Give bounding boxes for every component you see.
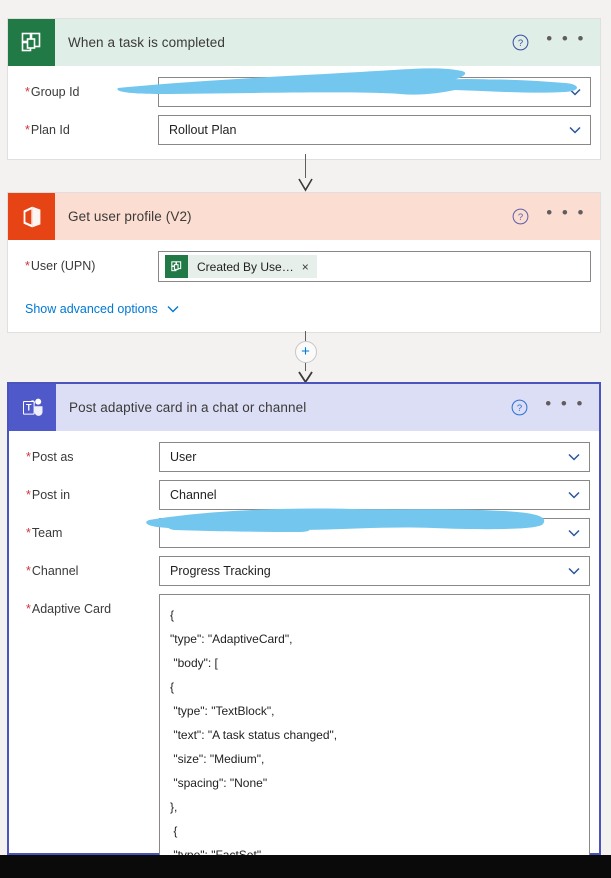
- channel-dropdown[interactable]: Progress Tracking: [159, 556, 590, 586]
- help-icon[interactable]: ?: [511, 399, 528, 416]
- adaptive-card-line: {: [170, 824, 178, 838]
- adaptive-card-line: "body": [: [170, 656, 218, 670]
- arrow-down-icon: [297, 178, 314, 192]
- flow-designer-canvas: When a task is completed ? • • • *Group …: [0, 0, 611, 855]
- field-label: *Group Id: [25, 85, 80, 99]
- more-options-icon[interactable]: • • •: [545, 395, 585, 416]
- chevron-down-icon: [167, 306, 179, 313]
- field-row-group-id: *Group Id: [17, 77, 591, 107]
- help-icon[interactable]: ?: [512, 34, 529, 51]
- field-label: *Team: [26, 526, 63, 540]
- show-advanced-options-label: Show advanced options: [25, 302, 158, 316]
- svg-text:?: ?: [518, 212, 523, 223]
- flow-step-card-trigger-planner[interactable]: When a task is completed ? • • • *Group …: [7, 18, 601, 160]
- user-upn-input[interactable]: Created By Use… ×: [158, 251, 591, 282]
- group-id-dropdown[interactable]: [158, 77, 591, 107]
- adaptive-card-line: "type": "AdaptiveCard",: [170, 632, 293, 646]
- field-row-post-as: *Post as User: [18, 442, 590, 472]
- card-header[interactable]: Get user profile (V2) ? • • •: [8, 193, 600, 240]
- field-label: *Channel: [26, 564, 79, 578]
- adaptive-card-line: "spacing": "None": [170, 776, 268, 790]
- required-asterisk: *: [26, 602, 31, 616]
- field-row-post-in: *Post in Channel: [18, 480, 590, 510]
- plan-id-value: Rollout Plan: [169, 123, 237, 137]
- insert-new-step-button[interactable]: +: [294, 340, 317, 363]
- card-title: Get user profile (V2): [68, 209, 192, 224]
- token-label: Created By Use…: [197, 259, 294, 274]
- card-header[interactable]: When a task is completed ? • • •: [8, 19, 600, 66]
- flow-step-card-get-user-profile[interactable]: Get user profile (V2) ? • • • *User (UPN…: [7, 192, 601, 333]
- field-label: *User (UPN): [25, 259, 96, 273]
- more-options-icon[interactable]: • • •: [546, 204, 586, 225]
- field-row-channel: *Channel Progress Tracking: [18, 556, 590, 586]
- required-asterisk: *: [26, 488, 31, 502]
- field-row-user-upn: *User (UPN) Created By Use… ×: [17, 251, 591, 282]
- required-asterisk: *: [26, 450, 31, 464]
- adaptive-card-line: "size": "Medium",: [170, 752, 265, 766]
- card-title: When a task is completed: [68, 35, 225, 50]
- field-label: *Post as: [26, 450, 74, 464]
- card-body: *Group Id *Plan Id Rollout Plan: [8, 66, 600, 159]
- card-header[interactable]: T Post adaptive card in a chat or channe…: [9, 384, 599, 431]
- field-control: [158, 77, 591, 107]
- field-label: *Plan Id: [25, 123, 70, 137]
- field-control: { "type": "AdaptiveCard", "body": [ { "typ…: [159, 594, 590, 855]
- adaptive-card-line: "type": "TextBlock",: [170, 704, 275, 718]
- adaptive-card-textarea[interactable]: { "type": "AdaptiveCard", "body": [ { "typ…: [159, 594, 590, 855]
- svg-text:T: T: [26, 402, 32, 412]
- teams-icon: T: [9, 384, 56, 431]
- required-asterisk: *: [26, 564, 31, 578]
- required-asterisk: *: [25, 123, 30, 137]
- svg-text:?: ?: [518, 38, 523, 49]
- field-control: User: [159, 442, 590, 472]
- more-options-icon[interactable]: • • •: [546, 30, 586, 51]
- connector-line: [305, 154, 306, 178]
- plan-id-dropdown[interactable]: Rollout Plan: [158, 115, 591, 145]
- adaptive-card-line: "text": "A task status changed",: [170, 728, 338, 742]
- post-as-dropdown[interactable]: User: [159, 442, 590, 472]
- field-row-adaptive-card: *Adaptive Card { "type": "AdaptiveCard", …: [18, 594, 590, 855]
- planner-icon: [8, 19, 55, 66]
- adaptive-card-line: },: [170, 800, 178, 814]
- required-asterisk: *: [26, 526, 31, 540]
- post-in-dropdown[interactable]: Channel: [159, 480, 590, 510]
- connector-line: [305, 330, 306, 341]
- adaptive-card-line: {: [170, 680, 175, 694]
- connector-1: [0, 154, 611, 192]
- card-body: *User (UPN) Created By Use… × Show advan…: [8, 240, 600, 332]
- planner-icon: [165, 255, 188, 278]
- connector-2: +: [0, 330, 611, 384]
- post-as-value: User: [170, 450, 197, 464]
- field-control: Progress Tracking: [159, 556, 590, 586]
- card-title: Post adaptive card in a chat or channel: [69, 400, 307, 415]
- field-control: [159, 518, 590, 548]
- field-label: *Post in: [26, 488, 71, 502]
- connector-line: [305, 362, 306, 371]
- dynamic-content-token[interactable]: Created By Use… ×: [165, 255, 317, 278]
- post-in-value: Channel: [170, 488, 217, 502]
- card-body: *Post as User *Post in Channel *Team *Ch…: [9, 431, 599, 855]
- adaptive-card-line: "type": "FactSet",: [170, 848, 265, 855]
- help-icon[interactable]: ?: [512, 208, 529, 225]
- field-row-plan-id: *Plan Id Rollout Plan: [17, 115, 591, 145]
- field-control: Channel: [159, 480, 590, 510]
- flow-step-card-post-adaptive-card[interactable]: T Post adaptive card in a chat or channe…: [7, 382, 601, 855]
- field-control: Created By Use… ×: [158, 251, 591, 282]
- field-control: Rollout Plan: [158, 115, 591, 145]
- field-label: *Adaptive Card: [26, 602, 112, 616]
- field-row-team: *Team: [18, 518, 590, 548]
- required-asterisk: *: [25, 85, 30, 99]
- token-remove-icon[interactable]: ×: [302, 260, 317, 274]
- svg-text:?: ?: [517, 403, 522, 414]
- required-asterisk: *: [25, 259, 30, 273]
- show-advanced-options-link[interactable]: Show advanced options: [25, 302, 180, 316]
- adaptive-card-line: {: [170, 608, 175, 622]
- bottom-black-bar: [0, 855, 611, 878]
- office365-icon: [8, 193, 55, 240]
- channel-value: Progress Tracking: [170, 564, 271, 578]
- team-dropdown[interactable]: [159, 518, 590, 548]
